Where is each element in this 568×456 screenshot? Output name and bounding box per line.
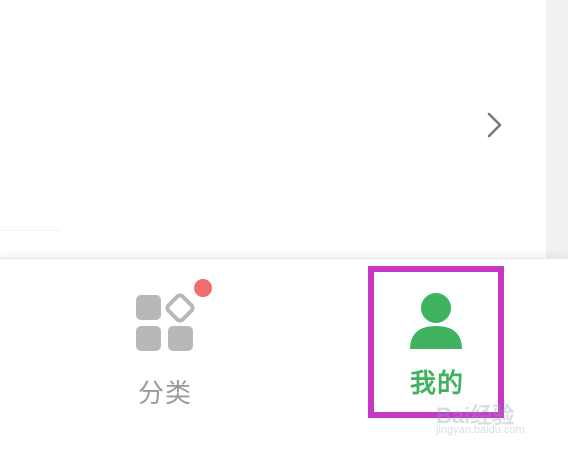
category-grid-icon: [136, 293, 196, 353]
chevron-right-icon[interactable]: [484, 110, 506, 140]
tab-mine-label: 我的: [409, 369, 464, 399]
watermark: Bai经验 jingyan.baidu.com: [436, 398, 546, 442]
content-area: [0, 0, 546, 258]
notification-badge: [194, 279, 212, 297]
tab-category-label: 分类: [137, 379, 192, 409]
person-icon: [408, 291, 464, 351]
screen: 分类 我的 Bai经验 jingyan.baidu.com: [0, 0, 568, 456]
divider: [0, 230, 60, 231]
scroll-gutter: [546, 0, 568, 258]
tab-category[interactable]: 分类: [120, 269, 220, 419]
watermark-subtext: jingyan.baidu.com: [436, 424, 525, 436]
